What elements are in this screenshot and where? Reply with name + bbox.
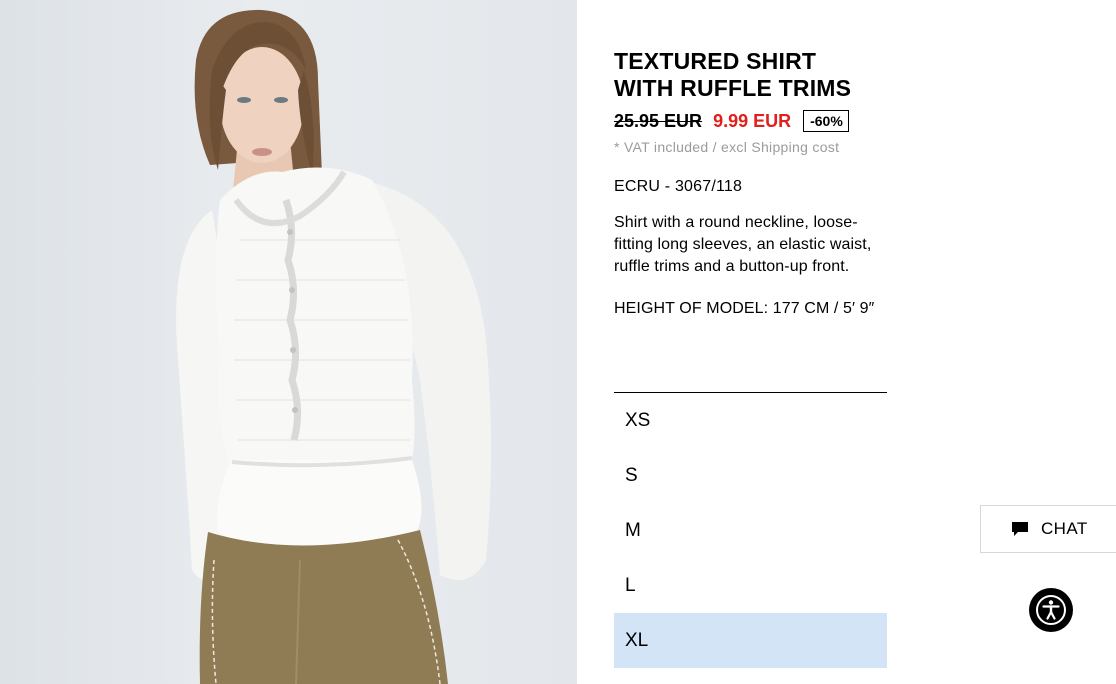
product-title-line-2: WITH RUFFLE TRIMS [614, 75, 852, 101]
product-title: TEXTURED SHIRT WITH RUFFLE TRIMS [614, 48, 888, 102]
accessibility-button[interactable] [1029, 588, 1073, 632]
discount-badge: -60% [803, 110, 849, 132]
product-description: Shirt with a round neckline, loose-fitti… [614, 214, 872, 275]
vat-note: * VAT included / excl Shipping cost [614, 139, 840, 155]
sale-price: 9.99 EUR [713, 110, 792, 131]
size-option-xl[interactable]: XL [614, 613, 887, 668]
original-price: 25.95 EUR [614, 110, 703, 131]
product-photo[interactable] [0, 0, 577, 684]
price-row: 25.95 EUR 9.99 EUR -60% [614, 107, 888, 135]
chat-bubble-icon [1012, 522, 1028, 536]
model-height: HEIGHT OF MODEL: 177 CM / 5′ 9″ [614, 300, 875, 317]
color-reference: ECRU - 3067/118 [614, 178, 743, 195]
size-option-s[interactable]: S [614, 448, 887, 503]
product-title-line-1: TEXTURED SHIRT [614, 48, 817, 74]
product-info: TEXTURED SHIRT WITH RUFFLE TRIMS 25.95 E… [614, 48, 888, 318]
size-option-xs[interactable]: XS [614, 393, 887, 448]
size-option-l[interactable]: L [614, 558, 887, 613]
size-option-m[interactable]: M [614, 503, 887, 558]
accessibility-icon [1036, 595, 1066, 625]
model-illustration [176, 9, 491, 684]
chat-label: CHAT [1041, 519, 1088, 538]
chat-button[interactable]: CHAT [980, 505, 1116, 553]
size-selector: XS S M L XL [614, 392, 887, 668]
